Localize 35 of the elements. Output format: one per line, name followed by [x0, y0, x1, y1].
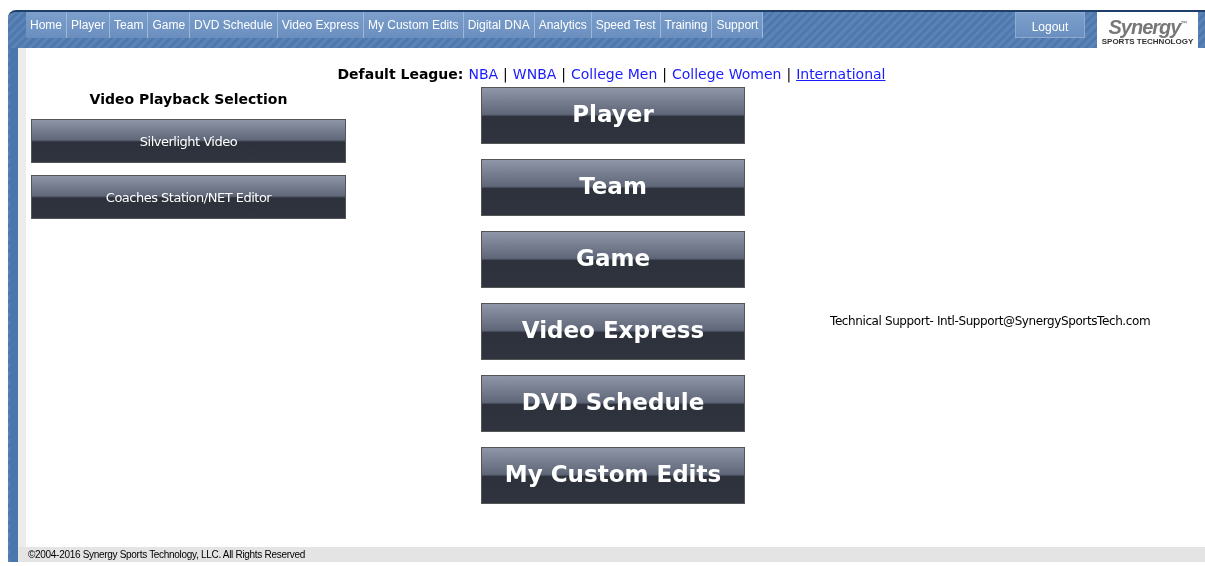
nav-tab[interactable]: Home	[26, 12, 67, 38]
nav-button[interactable]: DVD Schedule	[481, 375, 745, 432]
league-link[interactable]: College Women	[672, 66, 782, 82]
separator: |	[561, 66, 567, 82]
nav-tab[interactable]: Player	[67, 12, 111, 38]
nav-tab[interactable]: Training	[660, 12, 713, 38]
support-text: Technical Support- Intl-Support@SynergySportsTech.com	[830, 314, 1151, 328]
league-label: Default League:	[337, 66, 464, 82]
nav-button[interactable]: Video Express	[481, 303, 745, 360]
nav-tab[interactable]: Speed Test	[591, 12, 661, 38]
nav-tab[interactable]: Video Express	[277, 12, 364, 38]
nav-tab[interactable]: Analytics	[534, 12, 592, 38]
league-link[interactable]: College Men	[571, 66, 658, 82]
nav-tab[interactable]: DVD Schedule	[190, 12, 278, 38]
league-link[interactable]: WNBA	[512, 66, 557, 82]
separator: |	[662, 66, 667, 82]
nav-button[interactable]: Game	[481, 231, 745, 288]
playback-button[interactable]: Silverlight Video	[31, 119, 346, 163]
nav-tab[interactable]: Game	[148, 12, 191, 38]
separator: |	[503, 66, 508, 82]
nav-button[interactable]: My Custom Edits	[481, 447, 745, 504]
playback-button[interactable]: Coaches Station/NET Editor	[31, 175, 346, 219]
nav-tab[interactable]: My Custom Edits	[363, 12, 464, 38]
league-link[interactable]: NBA	[468, 66, 499, 82]
nav-tab[interactable]: Support	[712, 12, 764, 38]
nav-tab[interactable]: Team	[110, 12, 149, 38]
separator: |	[786, 66, 792, 82]
league-link[interactable]: International	[796, 66, 886, 82]
footer-text: ©2004-2016 Synergy Sports Technology, LLC. All Rights Reserved	[18, 547, 1205, 562]
nav-button[interactable]: Team	[481, 159, 745, 216]
logo: Synergy$^{™}$ SPORTS TECHNOLOGY	[1097, 12, 1198, 48]
nav-button[interactable]: Player	[481, 87, 745, 144]
section-title: Video Playback Selection	[89, 91, 288, 107]
logout-button[interactable]: Logout	[1015, 12, 1085, 38]
nav-tab[interactable]: Digital DNA	[463, 12, 535, 38]
